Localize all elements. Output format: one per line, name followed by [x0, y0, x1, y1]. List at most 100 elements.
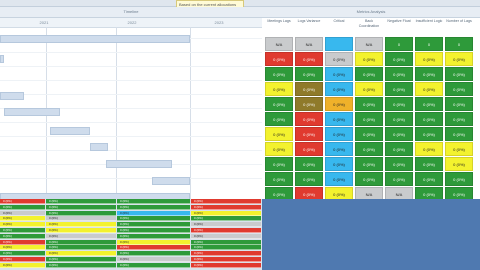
metric-cell[interactable]: 0 (0%) [265, 97, 293, 111]
row-line [0, 66, 262, 67]
metric-cell[interactable]: N/A [265, 37, 293, 51]
metric-cell[interactable]: 0 (0%) [355, 97, 383, 111]
metric-cell[interactable]: 0 (0%) [325, 157, 353, 171]
metric-cell[interactable]: 0 (0%) [265, 127, 293, 141]
metric-cell[interactable] [325, 37, 353, 51]
metric-cell[interactable]: 0 (0%) [355, 82, 383, 96]
metric-cell[interactable]: 0 (0%) [325, 97, 353, 111]
metric-cell[interactable]: 0 (0%) [355, 112, 383, 126]
summary-cell: 0 (0%) [0, 233, 45, 239]
metric-cell[interactable]: 0 (0%) [265, 67, 293, 81]
timeline-title: Timeline [0, 7, 262, 18]
metric-cell[interactable]: 0 (0%) [265, 157, 293, 171]
metric-cell[interactable]: 0 (0%) [295, 172, 323, 186]
timeline-bar[interactable] [90, 143, 108, 151]
metric-cell[interactable]: 0 (0%) [265, 112, 293, 126]
timeline-bar[interactable] [50, 127, 90, 135]
metric-cell[interactable]: 0 (0%) [415, 97, 443, 111]
timeline-bar[interactable] [0, 55, 4, 63]
summary-cell: 0 (0%) [191, 210, 261, 216]
metric-cell[interactable]: 0 (0%) [415, 172, 443, 186]
metric-cell[interactable]: 0 (0%) [325, 112, 353, 126]
summary-cell: 0 (0%) [117, 257, 190, 262]
metric-cell[interactable]: 0 (0%) [415, 142, 443, 156]
metric-cell[interactable]: 0 (0%) [415, 157, 443, 171]
metric-cell[interactable]: 0 (0%) [355, 157, 383, 171]
metric-cell[interactable]: N/A [295, 37, 323, 51]
metric-cell[interactable]: 0 (0%) [445, 172, 473, 186]
summary-cell: 0 (0%) [191, 245, 261, 251]
metric-cell[interactable]: 0 (0%) [325, 82, 353, 96]
metric-cell[interactable]: 0 (0%) [325, 67, 353, 81]
timeline-bar[interactable] [106, 160, 172, 168]
row-line [0, 150, 262, 151]
metric-cell[interactable]: 0 (0%) [415, 52, 443, 66]
metric-cell[interactable]: 0 (0%) [445, 127, 473, 141]
summary-cell: 0 (0%) [46, 239, 116, 245]
metric-cell[interactable]: 0 (0%) [445, 67, 473, 81]
metric-cell[interactable]: 0 (0%) [265, 172, 293, 186]
metric-cell[interactable]: 0 (0%) [295, 67, 323, 81]
metric-cell[interactable]: 0 (0%) [295, 52, 323, 66]
metric-cell[interactable]: 0 (0%) [265, 142, 293, 156]
summary-cell: 0 (0%) [117, 228, 190, 233]
metric-cell[interactable]: 0 (0%) [325, 142, 353, 156]
metric-cell[interactable]: 0 (0%) [385, 112, 413, 126]
metric-cell[interactable]: 0 (0%) [445, 157, 473, 171]
summary-cell: 0 (0%) [117, 262, 190, 268]
summary-cell: 0 (0%) [117, 251, 190, 257]
metric-cell[interactable]: 0 [415, 37, 443, 51]
row-line [0, 80, 262, 81]
timeline-bar[interactable] [4, 108, 60, 116]
metric-cell[interactable]: 0 (0%) [385, 157, 413, 171]
metric-cell[interactable]: 0 (0%) [295, 127, 323, 141]
metric-cell[interactable]: 0 (0%) [385, 67, 413, 81]
metric-cell[interactable]: 0 (0%) [445, 52, 473, 66]
metric-cell[interactable]: 0 (0%) [295, 142, 323, 156]
summary-cell: 0 (0%) [117, 233, 190, 239]
summary-cell: 0 (0%) [46, 222, 116, 228]
metric-cell[interactable]: 0 (0%) [295, 112, 323, 126]
metric-cell[interactable]: 0 (0%) [265, 82, 293, 96]
metric-cell[interactable]: 0 [445, 37, 473, 51]
metric-cell[interactable]: 0 (0%) [295, 97, 323, 111]
metric-cell[interactable]: 0 (0%) [295, 82, 323, 96]
metric-cell[interactable]: 0 (0%) [415, 127, 443, 141]
summary-cell: 0 (0%) [0, 216, 45, 222]
metric-cell[interactable]: 0 (0%) [415, 67, 443, 81]
metric-cell[interactable]: 0 (0%) [445, 142, 473, 156]
metric-cell[interactable]: 0 (0%) [385, 172, 413, 186]
metric-cell[interactable]: 0 (0%) [295, 157, 323, 171]
metric-cell[interactable]: 0 (0%) [415, 82, 443, 96]
metric-cell[interactable]: 0 (0%) [355, 67, 383, 81]
metric-column-header: Back Coordination [358, 19, 380, 28]
metric-cell[interactable]: 0 (0%) [415, 112, 443, 126]
metric-cell[interactable]: 0 (0%) [325, 52, 353, 66]
metric-cell[interactable]: 0 (0%) [325, 172, 353, 186]
metric-cell[interactable]: 0 [385, 37, 413, 51]
timeline-bar[interactable] [0, 35, 190, 43]
metric-cell[interactable]: 0 (0%) [385, 142, 413, 156]
summary-cell: 0 (0%) [46, 245, 116, 251]
metric-cell[interactable]: 0 (0%) [385, 52, 413, 66]
metric-cell[interactable]: 0 (0%) [445, 97, 473, 111]
metric-cell[interactable]: 0 (0%) [355, 127, 383, 141]
metric-cell[interactable]: N/A [355, 37, 383, 51]
summary-cell: 0 (0%) [117, 245, 190, 251]
metric-cell[interactable]: 0 (0%) [385, 127, 413, 141]
metric-cell[interactable]: 0 (0%) [385, 82, 413, 96]
summary-cell: 0 (0%) [0, 199, 45, 204]
metric-cell[interactable]: 0 (0%) [445, 82, 473, 96]
metric-cell[interactable]: 0 (0%) [265, 52, 293, 66]
timeline-bar[interactable] [152, 177, 190, 185]
summary-cell: 0 (0%) [117, 210, 190, 216]
metric-cell[interactable]: 0 (0%) [325, 127, 353, 141]
metric-cell[interactable]: 0 (0%) [445, 112, 473, 126]
metric-cell[interactable]: 0 (0%) [355, 142, 383, 156]
summary-cell: 0 (0%) [191, 262, 261, 268]
metric-cell[interactable]: 0 (0%) [385, 97, 413, 111]
timeline-bar[interactable] [0, 92, 24, 100]
metric-cell[interactable]: 0 (0%) [355, 172, 383, 186]
summary-cell: 0 (0%) [0, 204, 45, 210]
metric-cell[interactable]: 0 (0%) [355, 52, 383, 66]
